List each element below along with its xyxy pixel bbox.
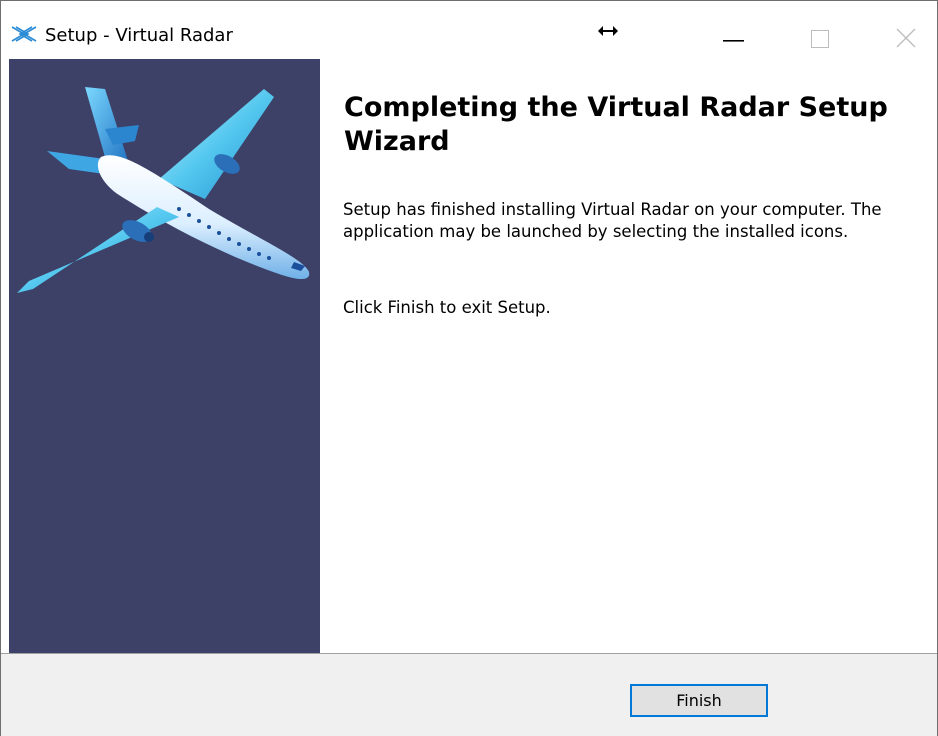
- title-bar[interactable]: Setup - Virtual Radar: [1, 1, 937, 59]
- airplane-illustration: [17, 87, 310, 293]
- wizard-footer: Finish: [1, 653, 937, 736]
- maximize-icon: [811, 30, 829, 48]
- wizard-side-panel: [9, 59, 320, 653]
- page-title: Completing the Virtual Radar Setup Wizar…: [344, 92, 888, 157]
- maximize-button[interactable]: [796, 9, 842, 55]
- close-button[interactable]: [883, 9, 929, 55]
- window-title: Setup - Virtual Radar: [45, 25, 233, 46]
- exit-instruction: Click Finish to exit Setup.: [343, 298, 551, 317]
- virtual-radar-app-icon: [11, 25, 37, 43]
- horizontal-resize-cursor-icon: [596, 23, 620, 39]
- minimize-icon: [723, 40, 744, 42]
- close-icon: [896, 28, 916, 48]
- setup-window: Setup - Virtual Radar Completing the Vir…: [0, 0, 938, 736]
- wizard-content: Completing the Virtual Radar Setup Wizar…: [320, 59, 937, 653]
- finish-button[interactable]: Finish: [630, 684, 768, 717]
- completion-message: Setup has finished installing Virtual Ra…: [343, 200, 882, 241]
- minimize-button[interactable]: [705, 9, 751, 55]
